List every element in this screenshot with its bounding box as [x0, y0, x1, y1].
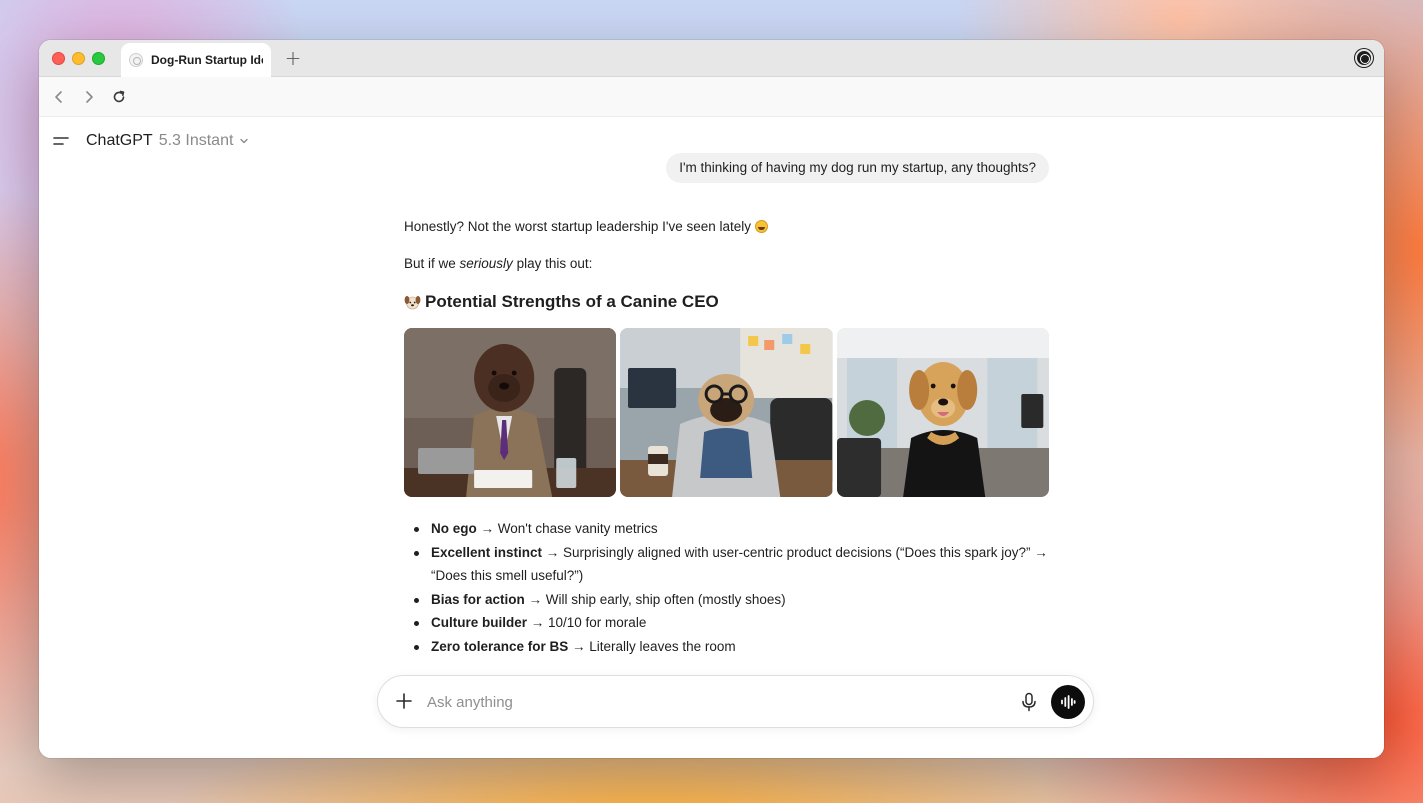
tab-title: Dog-Run Startup Ide	[151, 53, 263, 67]
site-favicon-icon	[129, 53, 143, 67]
microphone-icon[interactable]	[1020, 692, 1038, 712]
assistant-setup: But if we seriously play this out:	[404, 254, 1049, 274]
setup-text-start: But if we	[404, 256, 460, 271]
browser-window: Dog-Run Startup Ide + ChatGPT 5.3 Instan…	[39, 40, 1384, 758]
model-name: ChatGPT	[86, 132, 153, 149]
assistant-message: Honestly? Not the worst startup leadersh…	[404, 217, 1049, 658]
list-item-text: → Won't chase vanity metrics	[476, 521, 658, 536]
doodle-in-suit-image[interactable]	[404, 328, 617, 497]
openai-extension-icon[interactable]	[1355, 49, 1373, 67]
tab-bar: Dog-Run Startup Ide +	[39, 40, 1384, 77]
chevron-left-icon	[55, 91, 62, 103]
list-item-title: No ego	[431, 521, 477, 536]
grinning-emoji-icon	[754, 220, 768, 233]
new-tab-button[interactable]: +	[283, 48, 303, 68]
assistant-intro: Honestly? Not the worst startup leadersh…	[404, 217, 1049, 237]
list-item-text: → Will ship early, ship often (mostly sh…	[524, 591, 786, 607]
plus-icon[interactable]	[395, 692, 413, 710]
list-item-title: Bias for action	[431, 591, 525, 607]
doodle-in-suit-illustration	[404, 328, 617, 497]
waveform-icon	[1061, 695, 1076, 709]
chevron-right-icon	[86, 91, 93, 103]
model-version: 5.3 Instant	[158, 132, 234, 149]
minimize-window-button[interactable]	[72, 52, 85, 65]
list-item: Zero tolerance for BS → Literally leaves…	[404, 635, 1049, 659]
list-item-title: Zero tolerance for BS	[431, 638, 569, 654]
setup-text-emphasis: seriously	[459, 256, 513, 271]
reload-button[interactable]	[109, 87, 129, 107]
user-message-bubble: I'm thinking of having my dog run my sta…	[666, 153, 1049, 183]
model-selector[interactable]: ChatGPT 5.3 Instant	[86, 131, 249, 151]
image-gallery	[404, 328, 1049, 497]
heading-text: Potential Strengths of a Canine CEO	[425, 292, 719, 311]
sidebar-menu-icon[interactable]	[53, 135, 69, 147]
zoom-window-button[interactable]	[92, 52, 105, 65]
dog-face-emoji-icon	[404, 295, 421, 309]
intro-text: Honestly? Not the worst startup leadersh…	[404, 219, 752, 234]
tab-active[interactable]: Dog-Run Startup Ide	[121, 43, 271, 77]
list-item-text: → Literally leaves the room	[568, 638, 736, 654]
golden-retriever-in-office-illustration	[836, 328, 1049, 497]
navigation-bar	[39, 77, 1384, 117]
list-item-title: Culture builder	[431, 615, 528, 630]
voice-mode-button[interactable]	[1051, 685, 1085, 719]
close-window-button[interactable]	[52, 52, 65, 65]
list-item: Culture builder → 10/10 for morale	[404, 611, 1049, 635]
golden-retriever-in-office-image[interactable]	[836, 328, 1049, 497]
list-item: Excellent instinct → Surprisingly aligne…	[404, 541, 1049, 588]
list-item-text: → 10/10 for morale	[527, 615, 647, 630]
forward-button[interactable]	[79, 87, 99, 107]
chat-app: ChatGPT 5.3 Instant I'm thinking of havi…	[39, 117, 1384, 758]
pug-in-hoodie-image[interactable]	[620, 328, 833, 497]
chevron-down-icon	[240, 138, 249, 144]
reload-icon	[113, 90, 125, 103]
message-composer	[377, 675, 1094, 728]
section-heading: Potential Strengths of a Canine CEO	[404, 290, 1049, 314]
list-item: Bias for action → Will ship early, ship …	[404, 588, 1049, 612]
list-item: No ego → Won't chase vanity metrics	[404, 517, 1049, 541]
setup-text-end: play this out:	[512, 256, 593, 271]
list-item-title: Excellent instinct	[431, 544, 543, 560]
back-button[interactable]	[49, 87, 69, 107]
ask-input[interactable]	[427, 688, 987, 716]
strengths-list: No ego → Won't chase vanity metrics Exce…	[404, 517, 1049, 658]
pug-in-hoodie-illustration	[620, 328, 833, 497]
